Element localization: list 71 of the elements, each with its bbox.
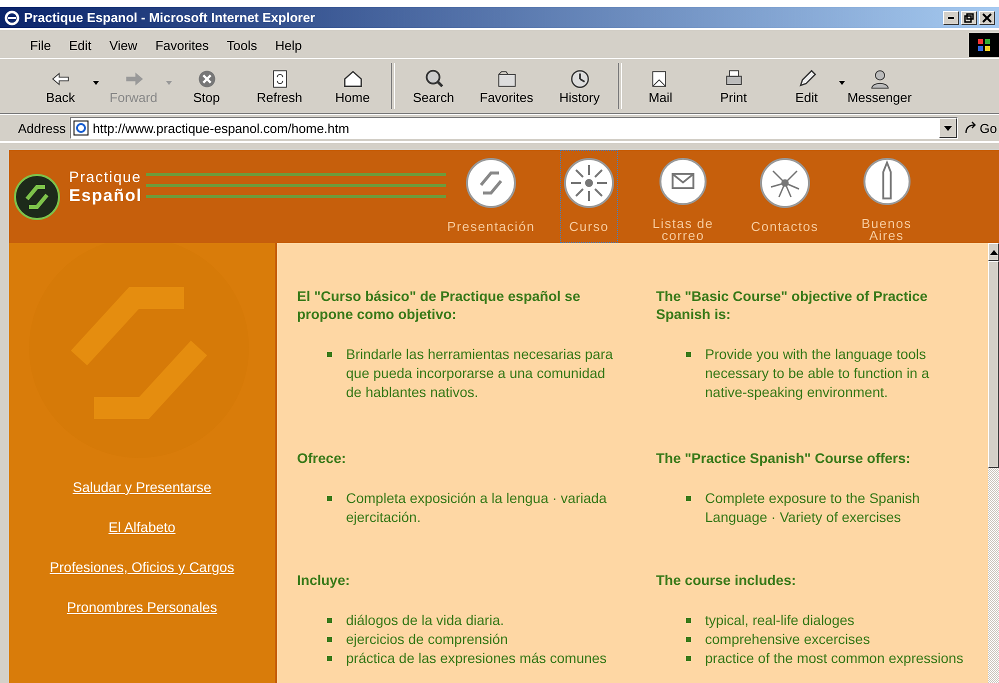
logo-text: Practique: [69, 168, 142, 186]
restore-icon: [964, 12, 974, 22]
bullet-text: práctica de las expresiones más comunes: [346, 649, 607, 668]
logo-text: Español: [69, 186, 142, 204]
bullet-icon: [686, 637, 691, 642]
bullet-icon: [327, 656, 332, 661]
menu-item[interactable]: File: [22, 38, 59, 52]
close-icon: [982, 12, 992, 22]
toolbar-button[interactable]: Search: [397, 59, 470, 113]
menu-item[interactable]: Tools: [218, 38, 266, 52]
bullet-text: Completa exposición a la lengua · variada ejercitación.: [346, 489, 608, 527]
address-field[interactable]: http://www.practique-espanol.com/home.htm: [70, 117, 958, 139]
caret-icon: [944, 126, 952, 130]
toolbar-button[interactable]: Home: [316, 59, 389, 113]
bullet-text: comprehensive excercises: [705, 630, 870, 649]
network-icon: [758, 157, 811, 209]
bullet-text: ejercicios de comprensión: [346, 630, 508, 649]
bullet-icon: [327, 637, 332, 642]
bullet-text: Complete exposure to the Spanish Language · Variety of exercises: [705, 489, 921, 527]
bullet-text: diálogos de la vida diaria.: [346, 611, 504, 630]
obelisk-icon: [860, 157, 913, 206]
page-icon: [72, 120, 89, 136]
bullet-icon: [686, 618, 691, 623]
dropdown-caret-icon[interactable]: [839, 81, 845, 85]
dropdown-caret-icon[interactable]: [93, 81, 99, 85]
arrows-icon: [465, 157, 518, 209]
menu-item[interactable]: Favorites: [147, 38, 217, 52]
toolbar-button[interactable]: Stop: [170, 59, 243, 113]
compass-icon: [563, 157, 616, 209]
menu-item[interactable]: View: [101, 38, 146, 52]
minimize-icon: [948, 16, 954, 18]
logo-icon: [13, 172, 61, 220]
bullet-icon: [327, 618, 332, 623]
toolbar-button[interactable]: Edit: [770, 59, 843, 113]
browser-logo-icon: [4, 10, 20, 26]
toolbar-button[interactable]: Back: [24, 59, 97, 113]
toolbar-button[interactable]: Refresh: [243, 59, 316, 113]
section-heading: Incluye:: [297, 571, 351, 589]
window-title: Practique Espanol - Microsoft Internet Explorer: [24, 10, 316, 25]
scrollbar[interactable]: [988, 243, 999, 683]
close-button[interactable]: [979, 10, 995, 24]
menu-item[interactable]: Edit: [60, 38, 100, 52]
maximize-button[interactable]: [961, 10, 977, 24]
go-arrow-icon: [964, 121, 978, 135]
scroll-up-icon: [990, 250, 998, 254]
toolbar-button[interactable]: History: [543, 59, 616, 113]
bullet-text: typical, real-life dialoges: [705, 611, 854, 630]
dropdown-button[interactable]: [938, 118, 957, 138]
minimize-button[interactable]: [943, 10, 959, 24]
section-heading: The course includes:: [656, 571, 798, 589]
bullet-text: practice of the most common expressions: [705, 649, 964, 668]
section-heading: El "Curso básico" de Practique español se propone como objetivo:: [297, 287, 582, 323]
bullet-icon: [686, 352, 691, 357]
toolbar-button[interactable]: Messenger: [843, 59, 916, 113]
toolbar-button[interactable]: Print: [697, 59, 770, 113]
section-heading: The "Basic Course" objective of Practice Spanish is:: [656, 287, 929, 323]
section-heading: Ofrece:: [297, 449, 348, 467]
bullet-icon: [686, 496, 691, 501]
toolbar-button[interactable]: Mail: [624, 59, 697, 113]
bullet-icon: [327, 352, 332, 357]
section-heading: The "Practice Spanish" Course offers:: [656, 449, 912, 467]
bullet-icon: [327, 496, 332, 501]
menu-item[interactable]: Help: [267, 38, 310, 52]
bullet-text: Provide you with the language tools necessary to be able to function in a native-speaking environment.: [705, 345, 930, 402]
bullet-icon: [686, 656, 691, 661]
envelope-icon: [657, 157, 710, 206]
toolbar-button[interactable]: Favorites: [470, 59, 543, 113]
go-button[interactable]: Go: [962, 120, 999, 136]
bullet-text: Brindarle las herramientas necesarias para que pueda incorporarse a una comunidad de hablantes nativos.: [346, 345, 614, 402]
address-label: Address: [18, 120, 66, 136]
windows-logo-icon: [969, 33, 999, 57]
